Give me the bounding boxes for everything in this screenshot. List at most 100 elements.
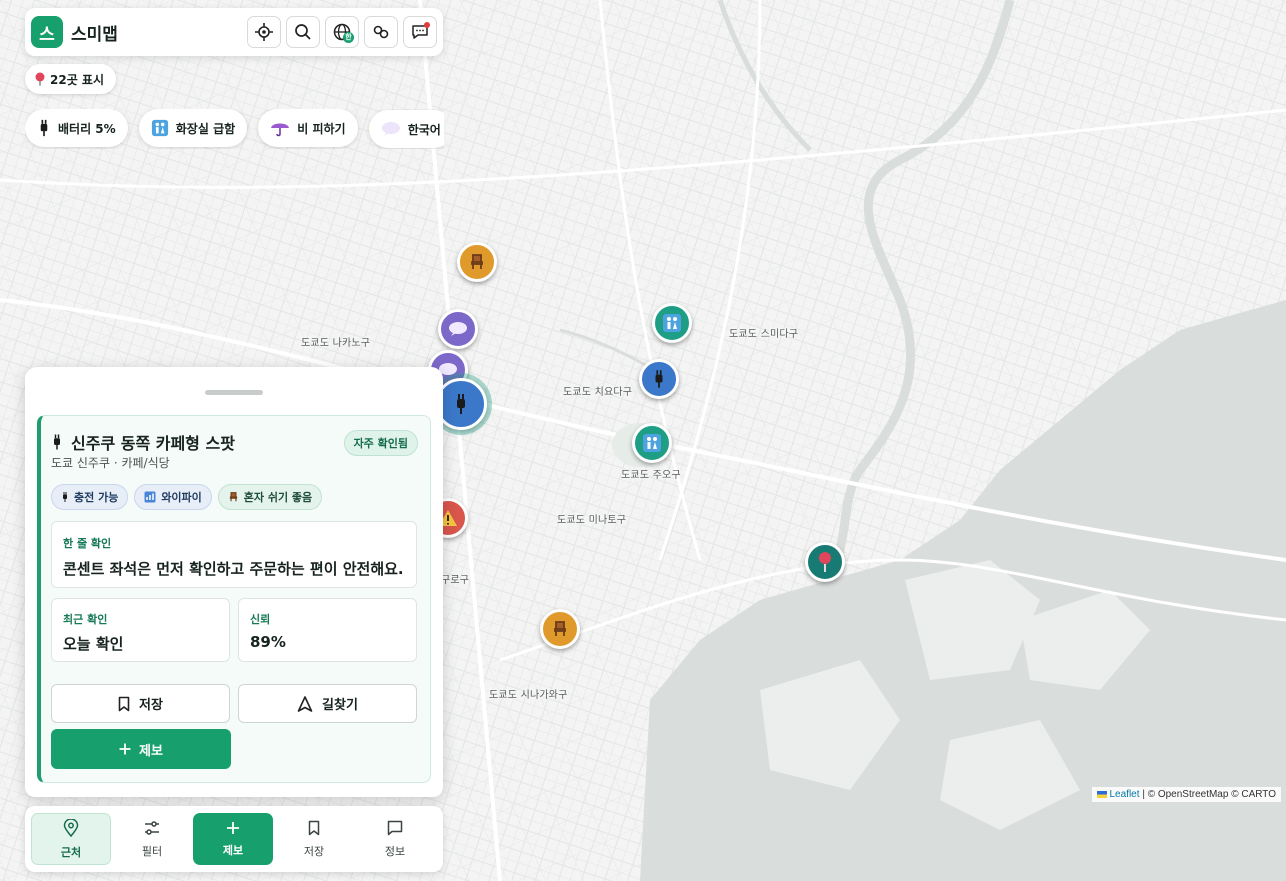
district-label-nakano: 도쿄도 나카노구 [301, 338, 371, 349]
nav-filter[interactable]: 필터 [112, 813, 192, 865]
one-line-tip: 한 줄 확인 콘센트 좌석은 먼저 확인하고 주문하는 편이 안전해요. [51, 521, 417, 588]
scenario-chip-restroom[interactable]: 화장실 급함 [138, 109, 248, 147]
tag-solo-rest: 혼자 쉬기 좋음 [217, 484, 323, 510]
directions-button[interactable]: 길찾기 [238, 684, 417, 723]
stat-value: 오늘 확인 [63, 635, 124, 653]
verified-badge: 자주 확인됨 [343, 430, 418, 456]
sliders-icon [145, 820, 159, 835]
tag-label: 와이파이 [161, 491, 202, 504]
attribution-text: | © OpenStreetMap © CARTO [1142, 789, 1276, 800]
language-button[interactable]: 한 [325, 16, 359, 48]
place-count-chip[interactable]: 22곳 표시 [25, 64, 116, 94]
logo-glyph: 스 [39, 24, 55, 45]
restroom-icon [643, 434, 661, 452]
app-name: 스미맵 [71, 24, 118, 45]
bookmark-icon [118, 696, 130, 711]
map-attribution: Leaflet | © OpenStreetMap © CARTO [1091, 787, 1281, 802]
place-title-text: 신주쿠 동쪽 카페형 스팟 [71, 434, 235, 453]
map-marker-pin[interactable] [805, 542, 845, 582]
chat-button[interactable] [403, 16, 437, 48]
nav-nearby[interactable]: 근처 [31, 813, 111, 865]
plug-icon [457, 394, 465, 414]
place-count-text: 22곳 표시 [50, 72, 104, 87]
nav-label: 저장 [303, 844, 325, 858]
top-bar: 스 스미맵 한 [25, 8, 443, 56]
place-subtitle: 도쿄 신주쿠 · 카페/식당 [51, 456, 170, 470]
map-pin-icon [63, 818, 79, 837]
report-label: 제보 [139, 743, 163, 759]
district-label-chiyoda: 도쿄도 치요다구 [563, 387, 633, 398]
link-button[interactable] [364, 16, 398, 48]
app-logo[interactable]: 스 [31, 16, 63, 48]
chair-icon [554, 621, 566, 636]
map-pin-icon [819, 552, 831, 572]
scenario-chip-battery[interactable]: 배터리 5% [25, 109, 128, 147]
map-marker-rest-spot[interactable] [457, 242, 497, 282]
nav-label: 근처 [60, 845, 82, 859]
district-label-minato: 도쿄도 미나토구 [557, 515, 627, 526]
stat-value: 89% [250, 633, 286, 651]
plug-icon [655, 370, 663, 388]
notification-dot [424, 22, 430, 28]
crosshair-icon [255, 23, 273, 41]
plus-icon [119, 743, 131, 755]
map-marker-rest-spot[interactable] [540, 609, 580, 649]
save-label: 저장 [139, 698, 163, 713]
tag-wifi: 와이파이 [134, 484, 212, 510]
nav-saved[interactable]: 저장 [274, 813, 354, 865]
tip-text: 콘센트 좌석은 먼저 확인하고 주문하는 편이 안전해요. [63, 560, 404, 578]
last-checked-stat: 최근 확인 오늘 확인 [51, 598, 230, 662]
wifi-icon [144, 491, 156, 503]
report-button[interactable]: 제보 [51, 729, 231, 769]
ukraine-flag-icon [1096, 790, 1107, 798]
map-marker-restroom[interactable] [652, 303, 692, 343]
district-label-shinagawa: 도쿄도 시나가와구 [489, 690, 568, 701]
plug-icon [63, 492, 67, 502]
map-pin-icon [35, 72, 45, 86]
map-marker-restroom[interactable] [632, 423, 672, 463]
nav-label: 필터 [141, 844, 163, 858]
plug-icon [40, 119, 48, 137]
chair-icon [471, 254, 483, 269]
scenario-chip-row[interactable]: 배터리 5% 화장실 급함 비 피하기 한국어 [25, 109, 444, 149]
place-card: 신주쿠 동쪽 카페형 스팟 도쿄 신주쿠 · 카페/식당 자주 확인됨 충전 가… [37, 415, 431, 783]
nav-label: 제보 [222, 843, 244, 857]
language-badge: 한 [343, 32, 354, 43]
map-marker-korean-help[interactable] [438, 309, 478, 349]
feature-tags: 충전 가능 와이파이 혼자 쉬기 좋음 [51, 484, 328, 510]
place-detail-sheet: 신주쿠 동쪽 카페형 스팟 도쿄 신주쿠 · 카페/식당 자주 확인됨 충전 가… [25, 367, 443, 797]
save-button[interactable]: 저장 [51, 684, 230, 723]
locate-button[interactable] [247, 16, 281, 48]
sheet-drag-handle[interactable] [205, 390, 263, 395]
bookmark-icon [308, 820, 320, 835]
search-button[interactable] [286, 16, 320, 48]
place-title: 신주쿠 동쪽 카페형 스팟 [51, 430, 235, 454]
nav-info[interactable]: 정보 [355, 813, 435, 865]
nav-report[interactable]: 제보 [193, 813, 273, 865]
bottom-nav: 근처 필터 제보 저장 정보 [25, 806, 443, 872]
trust-stat: 신뢰 89% [238, 598, 417, 662]
stat-label: 최근 확인 [63, 613, 108, 626]
tag-label: 충전 가능 [74, 491, 119, 504]
stat-label: 신뢰 [250, 613, 271, 626]
plug-icon [54, 434, 60, 450]
scenario-label: 배터리 5% [58, 121, 116, 136]
speech-bubble-icon [381, 122, 400, 136]
map-marker-charging[interactable] [639, 359, 679, 399]
tag-charging: 충전 가능 [51, 484, 129, 510]
scenario-chip-korean[interactable]: 한국어 [368, 110, 444, 148]
district-label-meguro: 구로구 [441, 575, 470, 586]
speech-bubble-icon [449, 322, 467, 336]
scenario-label: 화장실 급함 [175, 121, 236, 136]
directions-label: 길찾기 [322, 698, 358, 713]
message-square-icon [387, 820, 403, 835]
leaflet-link[interactable]: Leaflet [1110, 789, 1140, 800]
district-label-sumida: 도쿄도 스미다구 [729, 329, 799, 340]
chair-icon [229, 492, 237, 502]
restroom-icon [663, 314, 681, 332]
plus-icon [227, 821, 239, 834]
link-icon [373, 25, 389, 39]
umbrella-icon [271, 123, 290, 137]
scenario-chip-rain[interactable]: 비 피하기 [258, 109, 358, 147]
restroom-icon [151, 119, 168, 137]
